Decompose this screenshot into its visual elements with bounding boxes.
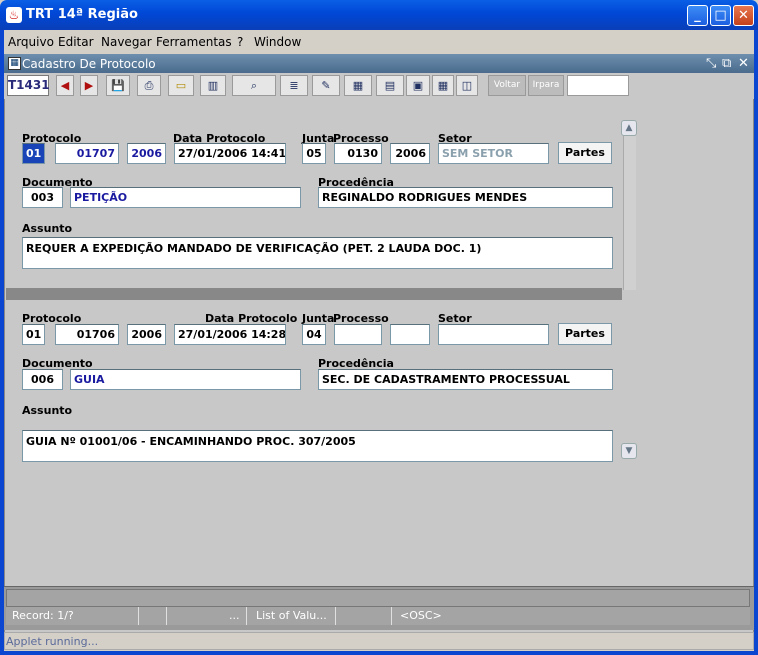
voltar-button[interactable]: Voltar <box>488 75 526 96</box>
processo-year-field[interactable] <box>390 324 430 345</box>
edit-icon[interactable]: ✎ <box>312 75 340 96</box>
data-protocolo-field[interactable]: 27/01/2006 14:28 <box>174 324 286 345</box>
minimize-button[interactable]: _ <box>687 5 708 26</box>
status-separator <box>166 607 167 625</box>
documento-code-field[interactable]: 003 <box>22 187 63 208</box>
junta-field[interactable]: 04 <box>302 324 326 345</box>
window-frame-bottom <box>0 651 758 655</box>
processo-number-field[interactable]: 0130 <box>334 143 382 164</box>
scroll-track[interactable] <box>623 136 636 290</box>
grid-edit-icon[interactable]: ▦ <box>344 75 372 96</box>
menu-help[interactable]: ? <box>237 35 243 49</box>
print-icon[interactable]: ⎙ <box>137 75 161 96</box>
table-icon[interactable]: ▦ <box>432 75 454 96</box>
status-line <box>6 607 750 625</box>
status-separator <box>138 607 139 625</box>
menu-arquivo[interactable]: Arquivo <box>8 35 54 49</box>
status-separator <box>391 607 392 625</box>
view-icon[interactable]: ◫ <box>456 75 478 96</box>
assunto-field[interactable]: REQUER A EXPEDIÇÃO MANDADO DE VERIFICAÇÃ… <box>22 237 613 269</box>
form-close-icon[interactable]: ✕ <box>738 56 749 71</box>
processo-year-field[interactable]: 2006 <box>390 143 430 164</box>
status-dots: ... <box>229 609 240 622</box>
osc-indicator: <OSC> <box>400 609 442 622</box>
clear-icon[interactable]: ▭ <box>168 75 194 96</box>
label-assunto: Assunto <box>22 222 73 235</box>
window-frame-right <box>754 30 758 655</box>
form-code: T1431 <box>7 75 50 96</box>
documento-name-field[interactable]: GUIA <box>70 369 301 390</box>
lov-indicator: List of Valu... <box>256 609 327 622</box>
processo-number-field[interactable] <box>334 324 382 345</box>
protocolo-year-field[interactable]: 2006 <box>127 324 166 345</box>
menu-window[interactable]: Window <box>254 35 301 49</box>
previous-record-icon[interactable]: ◀ <box>56 75 74 96</box>
menu-ferramentas[interactable]: Ferramentas <box>156 35 232 49</box>
form-title: Cadastro De Protocolo <box>22 57 156 71</box>
form-restore-icon[interactable]: ⧉ <box>722 56 731 71</box>
menu-editar[interactable]: Editar <box>58 35 94 49</box>
setor-field[interactable] <box>438 324 549 345</box>
junta-field[interactable]: 05 <box>302 143 326 164</box>
save-icon[interactable]: 💾 <box>106 75 130 96</box>
chart-icon[interactable]: ▥ <box>200 75 226 96</box>
irpara-button[interactable]: Irpara <box>528 75 564 96</box>
procedencia-field[interactable]: REGINALDO RODRIGUES MENDES <box>318 187 613 208</box>
partes-button[interactable]: Partes <box>558 142 612 164</box>
browser-status-bar <box>4 632 754 650</box>
record-divider <box>6 288 622 300</box>
documento-name-field[interactable]: PETIÇÃO <box>70 187 301 208</box>
status-separator <box>335 607 336 625</box>
close-button[interactable]: ✕ <box>733 5 754 26</box>
scroll-up-icon[interactable]: ▲ <box>621 120 637 136</box>
form-icon: ▦ <box>8 57 21 70</box>
assunto-field[interactable]: GUIA Nº 01001/06 - ENCAMINHANDO PROC. 30… <box>22 430 613 462</box>
status-separator <box>246 607 247 625</box>
protocolo-number-field[interactable]: 01706 <box>55 324 119 345</box>
calc-icon[interactable]: ▣ <box>406 75 430 96</box>
procedencia-field[interactable]: SEC. DE CADASTRAMENTO PROCESSUAL <box>318 369 613 390</box>
app-icon: ♨ <box>6 7 22 23</box>
color-grid-icon[interactable]: ▤ <box>376 75 404 96</box>
window-title: TRT 14ª Região <box>26 7 138 22</box>
applet-status: Applet running... <box>6 635 99 648</box>
setor-field[interactable]: SEM SETOR <box>438 143 549 164</box>
data-protocolo-field[interactable]: 27/01/2006 14:41 <box>174 143 286 164</box>
partes-button[interactable]: Partes <box>558 323 612 345</box>
form-minimize-icon[interactable]: ⤡ <box>706 56 716 71</box>
protocolo-prefix-field[interactable]: 01 <box>22 324 45 345</box>
toolbar-input[interactable] <box>567 75 629 96</box>
menu-navegar[interactable]: Navegar <box>101 35 152 49</box>
protocolo-year-field[interactable]: 2006 <box>127 143 166 164</box>
record-indicator: Record: 1/? <box>12 609 74 622</box>
list-down-icon[interactable]: ≣ <box>280 75 308 96</box>
label-assunto: Assunto <box>22 404 73 417</box>
documento-code-field[interactable]: 006 <box>22 369 63 390</box>
scroll-down-icon[interactable]: ▼ <box>621 443 637 459</box>
next-record-icon[interactable]: ▶ <box>80 75 98 96</box>
query-icon[interactable]: ⌕ <box>232 75 276 96</box>
maximize-button[interactable]: □ <box>710 5 731 26</box>
message-line <box>6 589 750 607</box>
protocolo-prefix-field[interactable]: 01 <box>22 143 45 164</box>
protocolo-number-field[interactable]: 01707 <box>55 143 119 164</box>
